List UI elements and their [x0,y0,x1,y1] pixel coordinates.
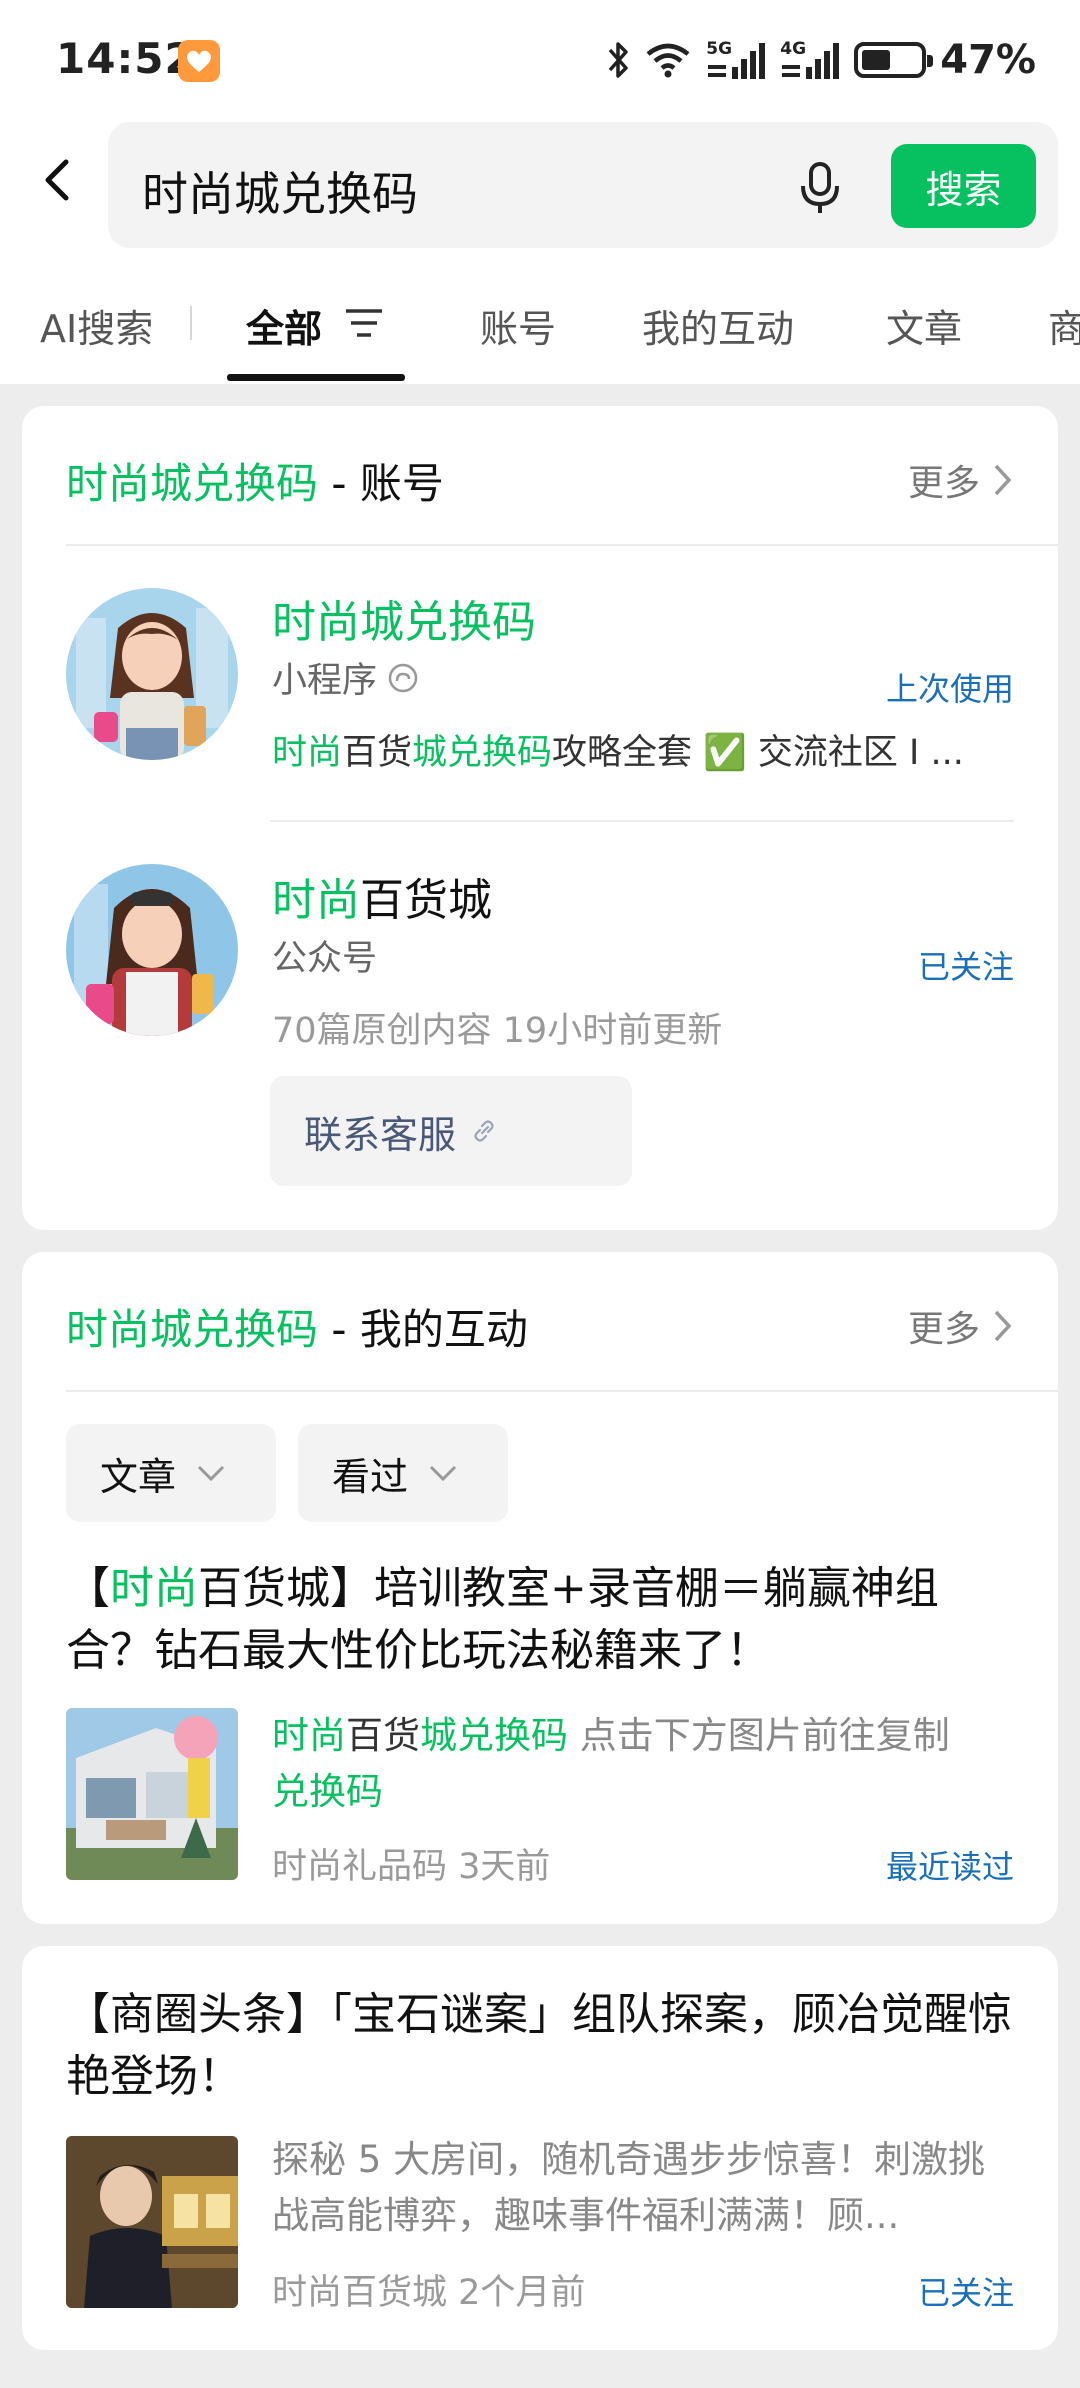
article-meta: 时尚百货城 2个月前 [272,2273,586,2313]
filter-icon[interactable] [344,306,384,340]
divider [66,544,1058,546]
battery-percent: 47% [940,37,1036,83]
voice-input-button[interactable] [794,160,846,216]
search-header: 时尚城兑换码 搜索 [0,118,1080,260]
account-name[interactable]: 时尚城兑换码 [272,586,536,650]
article-title[interactable]: 【商圈头条】「宝石谜案」组队探案，顾冶觉醒惊艳登场！ [66,1984,1016,2108]
active-tab-indicator [227,374,405,381]
chevron-right-icon [994,464,1012,496]
avatar [66,588,238,760]
filter-action-dropdown[interactable]: 看过 [298,1424,508,1522]
tab-articles[interactable]: 文章 [886,298,962,353]
search-input[interactable]: 时尚城兑换码 [142,158,418,224]
wifi-icon [646,43,690,78]
account-description: 时尚百货城兑换码攻略全套 ✅ 交流社区 I ... [272,733,964,773]
recently-read-label: 最近读过 [885,1848,1014,1886]
search-button[interactable]: 搜索 [891,144,1036,228]
status-bar: 14:52 5G 4G 47% [0,0,1080,118]
filter-type-dropdown[interactable]: 文章 [66,1424,276,1522]
bluetooth-icon [608,42,628,78]
contact-support-button[interactable]: 联系客服 [270,1076,632,1186]
article-summary: 时尚百货城兑换码 点击下方图片前往复制 兑换码 [272,1714,950,1813]
last-used-label: 上次使用 [885,670,1014,708]
account-meta: 70篇原创内容 19小时前更新 [272,1011,723,1051]
chevron-right-icon [994,1310,1012,1342]
tab-more-partial[interactable]: 商 [1048,298,1080,353]
article-card[interactable]: 【商圈头条】「宝石谜案」组队探案，顾冶觉醒惊艳登场！ 探秘 5 大房间，随机奇遇… [22,1946,1058,2350]
avatar [66,864,238,1036]
divider [66,1390,1058,1392]
account-name[interactable]: 时尚百货城 [272,864,492,928]
tab-all[interactable]: 全部 [246,298,322,353]
battery-icon [854,42,934,78]
accounts-section-title: 时尚城兑换码 - 账号 [66,459,444,508]
account-type: 公众号 [272,939,378,979]
chevron-down-icon [197,1465,225,1482]
article-thumbnail [66,1708,238,1880]
interactions-more-link[interactable]: 更多 [908,1300,1014,1352]
signal-4g-icon: 4G [780,39,840,81]
account-type: 小程序 [272,652,419,703]
signal-5g-icon: 5G [706,39,766,81]
status-icons: 5G 4G 47% [606,36,1036,84]
divider [270,820,1014,822]
tab-divider [190,306,192,340]
link-icon [474,1120,494,1142]
search-box[interactable]: 时尚城兑换码 搜索 [108,122,1058,248]
microphone-icon [801,162,839,213]
interactions-section-title: 时尚城兑换码 - 我的互动 [66,1305,528,1354]
back-arrow-icon [45,159,69,201]
article-title[interactable]: 【时尚百货城】培训教室+录音棚＝躺赢神组合？钻石最大性价比玩法秘籍来了！ [66,1558,1016,1682]
back-button[interactable] [28,148,92,212]
search-tabs: AI搜索 全部 账号 我的互动 文章 商 [0,260,1080,384]
status-time: 14:52 [56,34,195,83]
article-meta: 时尚礼品码 3天前 [272,1847,551,1887]
tab-my-interactions[interactable]: 我的互动 [642,298,794,353]
followed-label: 已关注 [917,2274,1014,2312]
accounts-more-link[interactable]: 更多 [908,454,1014,506]
tab-accounts[interactable]: 账号 [480,298,556,353]
interactions-card: 时尚城兑换码 - 我的互动 更多 文章 看过 【时尚百货城】培训教室+录音棚＝躺… [22,1252,1058,1924]
app-notification-icon [178,40,220,82]
article-thumbnail [66,2136,238,2308]
chevron-down-icon [429,1465,457,1482]
accounts-card: 时尚城兑换码 - 账号 更多 时尚城兑换码 小程序 上次使用 时尚百货城兑换码攻… [22,406,1058,1230]
article-summary: 探秘 5 大房间，随机奇遇步步惊喜！刺激挑战高能博弈，趣味事件福利满满！顾... [272,2138,986,2237]
followed-label: 已关注 [917,948,1014,986]
tab-ai-search[interactable]: AI搜索 [40,298,153,353]
mini-program-icon [388,663,418,692]
